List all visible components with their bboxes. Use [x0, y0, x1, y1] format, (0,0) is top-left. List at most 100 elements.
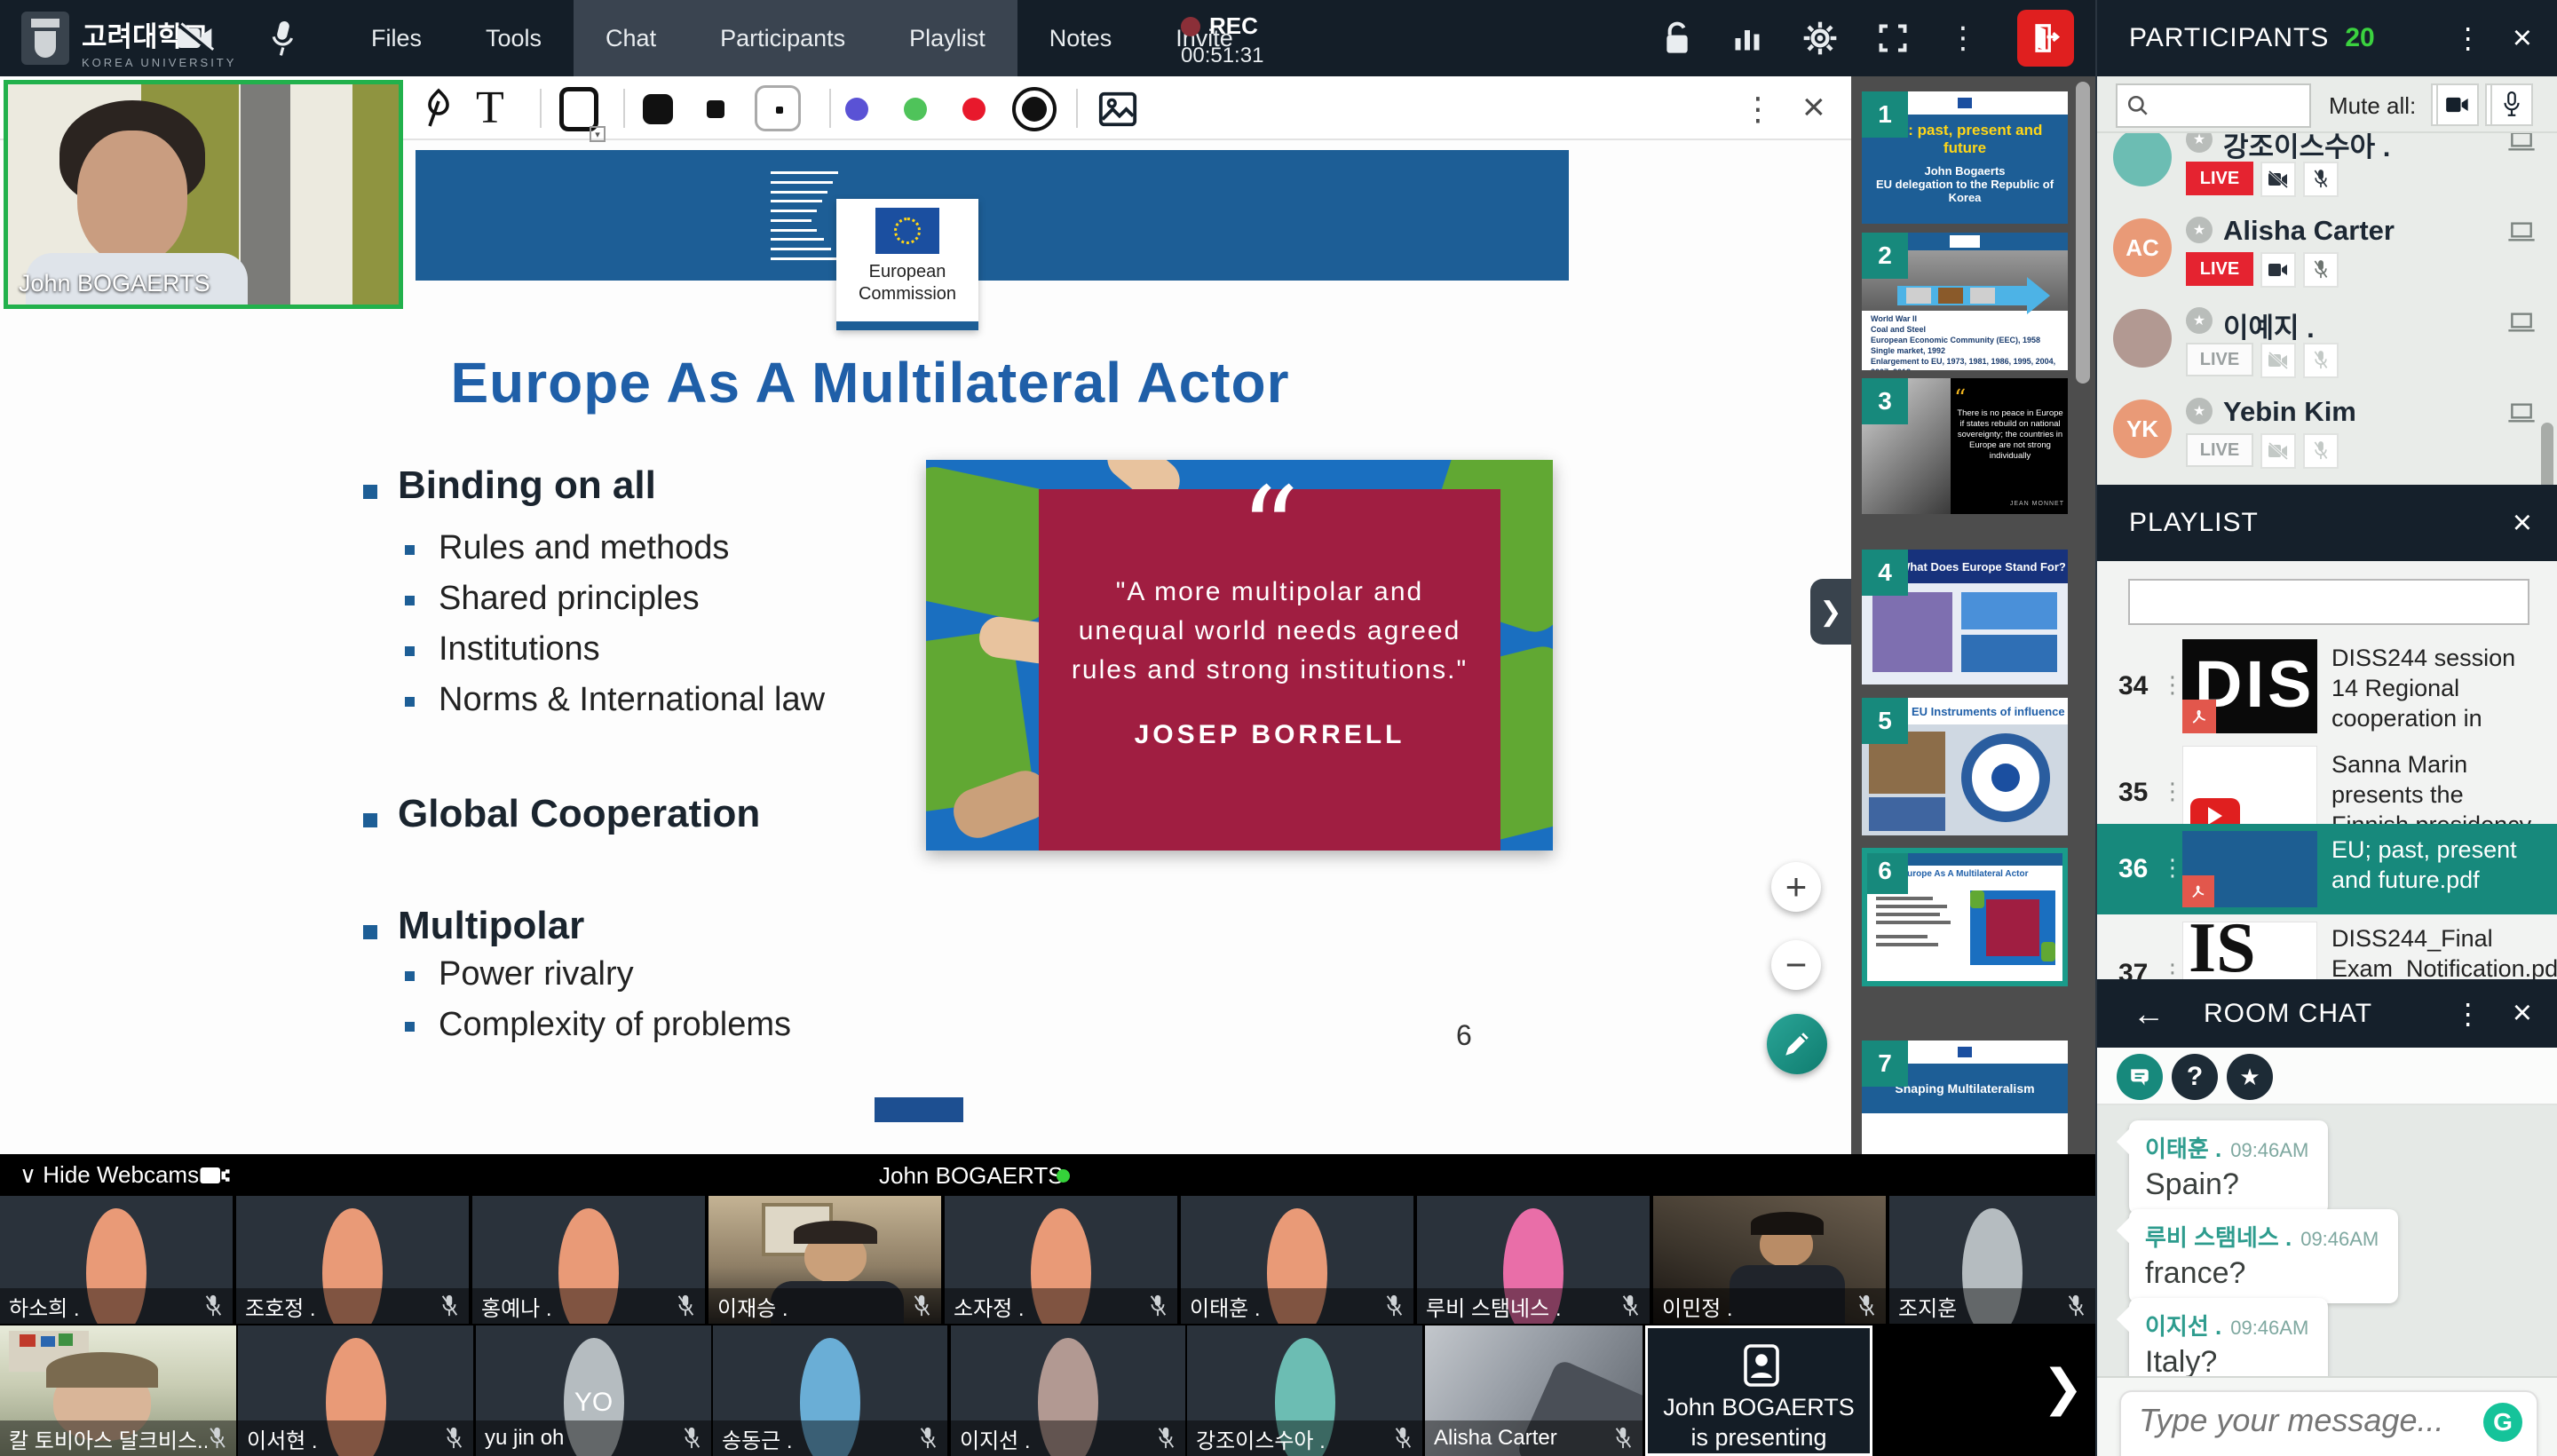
participant-row[interactable]: AC ★ Alisha Carter LIVE: [2097, 206, 2557, 297]
annotate-pencil-button[interactable]: [1767, 1014, 1827, 1074]
participants-search[interactable]: [2116, 83, 2311, 128]
thumbnail-slide-7[interactable]: 7 Shaping Multilateralism: [1862, 1041, 2068, 1154]
webcam-bar-camera-icon[interactable]: [199, 1165, 231, 1186]
webcam-tile-video[interactable]: Alisha Carter: [1425, 1325, 1643, 1456]
color-red[interactable]: [962, 98, 986, 121]
hide-webcams-toggle[interactable]: ∨ Hide Webcams: [20, 1161, 199, 1189]
camera-off-button[interactable]: [2260, 433, 2296, 469]
playlist-search-input[interactable]: [2130, 581, 2528, 623]
participant-row[interactable]: ★ 강조이스수아 . LIVE: [2097, 133, 2557, 206]
stroke-size-small-selected[interactable]: [755, 85, 801, 131]
star-icon[interactable]: ★: [2186, 217, 2213, 243]
chat-message-input[interactable]: [2121, 1392, 2458, 1449]
topbar-kebab-icon[interactable]: ⋮: [1948, 20, 1978, 56]
playlist-search[interactable]: [2128, 579, 2529, 625]
webcam-tile-video[interactable]: 칼 토비아스 달크비스...: [0, 1325, 236, 1456]
playlist-item-kebab-icon[interactable]: ⋮: [2161, 778, 2182, 805]
webcam-tile[interactable]: 이서현 .: [238, 1325, 473, 1456]
mic-icon[interactable]: [265, 20, 300, 61]
lock-open-icon[interactable]: [1662, 20, 1692, 56]
menu-playlist[interactable]: Playlist: [877, 0, 1017, 76]
mute-all-camera-button[interactable]: [2436, 83, 2479, 126]
webcam-tile[interactable]: 홍예나 .: [472, 1196, 705, 1324]
toolbar-kebab-icon[interactable]: ⋮: [1742, 91, 1774, 128]
webcam-tile-video[interactable]: 이민정 .: [1653, 1196, 1886, 1324]
stroke-size-medium[interactable]: [707, 100, 724, 118]
webcam-tile[interactable]: 강조이스수아 .: [1187, 1325, 1422, 1456]
stats-chart-icon[interactable]: [1731, 22, 1763, 54]
participants-search-input[interactable]: [2157, 93, 2299, 118]
playlist-item-kebab-icon[interactable]: ⋮: [2161, 671, 2182, 699]
menu-participants[interactable]: Participants: [688, 0, 877, 76]
room-chat-kebab-icon[interactable]: ⋮: [2454, 997, 2482, 1031]
camera-off-icon[interactable]: [176, 21, 215, 59]
playlist-item-selected[interactable]: 36 ⋮ EU; past, present and future.pdf: [2097, 824, 2557, 914]
camera-off-button[interactable]: [2260, 162, 2296, 197]
thumbnail-slide-4[interactable]: 4 What Does Europe Stand For?: [1862, 550, 2068, 684]
presenter-webcam[interactable]: John BOGAERTS: [4, 80, 403, 309]
fullscreen-icon[interactable]: [1877, 22, 1909, 54]
webcam-tile[interactable]: 하소희 .: [0, 1196, 233, 1324]
webcam-tile[interactable]: 이태훈 .: [1181, 1196, 1413, 1324]
back-arrow-icon[interactable]: ←: [2133, 995, 2165, 1033]
participants-kebab-icon[interactable]: ⋮: [2454, 21, 2482, 55]
color-black-selected[interactable]: [1012, 87, 1057, 131]
chat-filter-all-button[interactable]: [2117, 1054, 2163, 1100]
mute-all-mic-button[interactable]: [2490, 83, 2533, 126]
camera-off-button[interactable]: [2260, 343, 2296, 378]
playlist-item-kebab-icon[interactable]: ⋮: [2161, 854, 2182, 882]
webcam-tile[interactable]: 조호정 .: [236, 1196, 469, 1324]
chat-filter-question-button[interactable]: ?: [2172, 1054, 2218, 1100]
mic-off-button[interactable]: [2303, 162, 2339, 197]
panel-collapse-button[interactable]: ❯: [1810, 579, 1851, 645]
chat-filter-star-button[interactable]: ★: [2227, 1054, 2273, 1100]
thumbnails-scrollbar[interactable]: [2076, 82, 2090, 384]
shape-dropdown-icon[interactable]: ▾: [590, 126, 606, 142]
thumbnail-slide-3[interactable]: 3 “ There is no peace in Europe if state…: [1862, 378, 2068, 514]
participant-row[interactable]: YK ★ Yebin Kim LIVE: [2097, 387, 2557, 478]
camera-on-button[interactable]: [2260, 252, 2296, 288]
webcam-tile[interactable]: 조지훈: [1889, 1196, 2095, 1324]
insert-image-icon[interactable]: [1097, 89, 1138, 130]
participants-close-icon[interactable]: ×: [2513, 20, 2532, 58]
mic-off-button[interactable]: [2303, 343, 2339, 378]
menu-chat[interactable]: Chat: [574, 0, 688, 76]
toolbar-close-icon[interactable]: ×: [1802, 85, 1825, 130]
room-chat-close-icon[interactable]: ×: [2513, 994, 2532, 1033]
playlist-item[interactable]: 34 ⋮ DIS DISS244 session 14 Regional coo…: [2097, 637, 2557, 737]
color-purple[interactable]: [845, 98, 868, 121]
star-icon[interactable]: ★: [2186, 307, 2213, 334]
grammarly-icon[interactable]: G: [2483, 1403, 2522, 1442]
playlist-item-kebab-icon[interactable]: ⋮: [2161, 959, 2182, 979]
stroke-size-large[interactable]: [643, 94, 673, 124]
playlist-close-icon[interactable]: ×: [2513, 504, 2532, 542]
color-green[interactable]: [904, 98, 927, 121]
menu-notes[interactable]: Notes: [1017, 0, 1144, 76]
participant-row[interactable]: ★ 이예지 . LIVE: [2097, 297, 2557, 387]
zoom-out-button[interactable]: −: [1771, 940, 1821, 990]
webcam-tile[interactable]: 이지선 .: [951, 1325, 1185, 1456]
star-icon[interactable]: ★: [2186, 133, 2213, 153]
settings-gear-icon[interactable]: [1802, 20, 1838, 56]
playlist-item[interactable]: 37 ⋮ IS DISS244_Final Exam_Notification.…: [2097, 920, 2557, 979]
webcam-tile[interactable]: YO yu jin oh: [476, 1325, 711, 1456]
menu-tools[interactable]: Tools: [454, 0, 574, 76]
thumbnail-slide-2[interactable]: 2 World War II Coal and Steel European E…: [1862, 233, 2068, 370]
menu-files[interactable]: Files: [339, 0, 454, 76]
text-tool[interactable]: T: [476, 82, 504, 134]
thumbnail-slide-1[interactable]: 1 EU: past, present and future John Boga…: [1862, 91, 2068, 224]
leave-room-button[interactable]: [2017, 10, 2074, 67]
webcams-next-page-button[interactable]: ❯: [2042, 1358, 2084, 1417]
zoom-in-button[interactable]: +: [1771, 862, 1821, 912]
star-icon[interactable]: ★: [2186, 398, 2213, 424]
thumbnail-slide-5[interactable]: 5 EU Instruments of influence: [1862, 698, 2068, 835]
webcam-tile[interactable]: 송동근 .: [713, 1325, 947, 1456]
mic-off-button[interactable]: [2303, 252, 2339, 288]
webcam-tile[interactable]: 루비 스탬네스 .: [1417, 1196, 1650, 1324]
webcam-tile[interactable]: 소자정 .: [945, 1196, 1177, 1324]
thumbnail-slide-6-current[interactable]: 6 Europe As A Multilateral Actor: [1862, 848, 2068, 986]
shape-tool[interactable]: [559, 87, 598, 131]
pen-tool-icon[interactable]: [417, 87, 460, 130]
webcam-tile-video[interactable]: 이재승 .: [709, 1196, 941, 1324]
mic-off-button[interactable]: [2303, 433, 2339, 469]
